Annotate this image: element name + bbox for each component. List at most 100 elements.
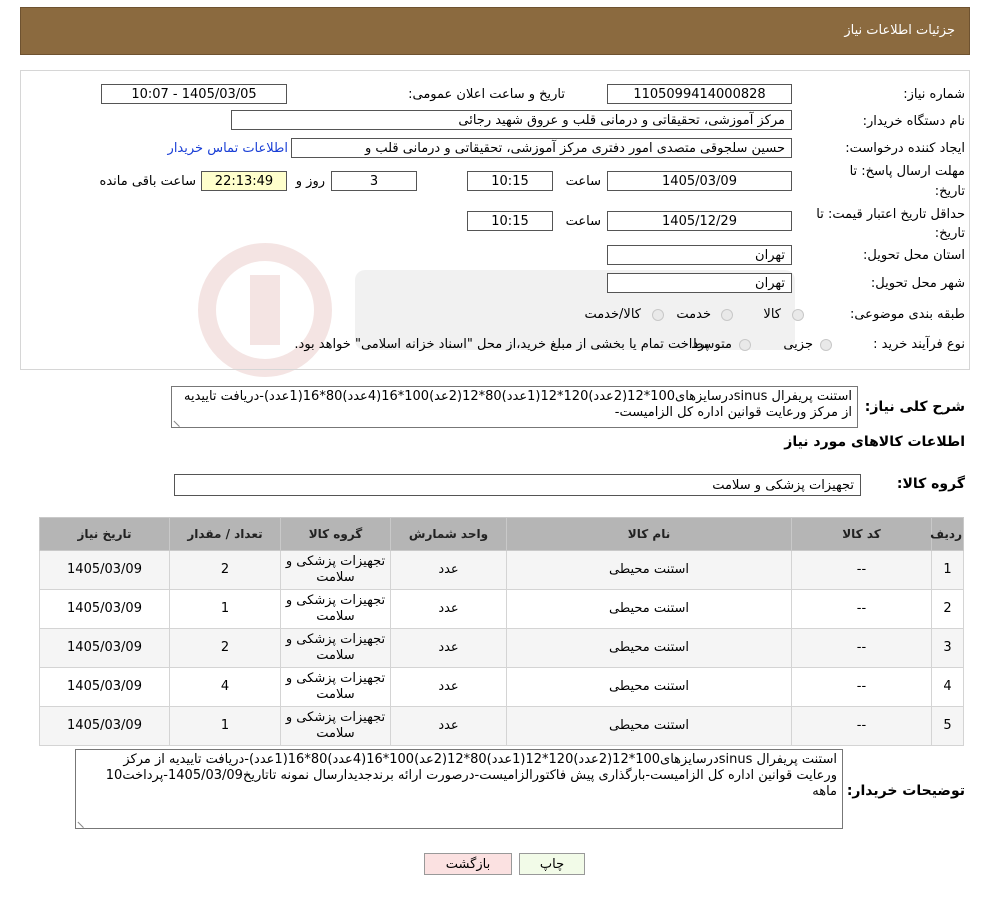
cell-group: تجهیزات پزشکی و سلامت: [280, 589, 391, 629]
validity-label: حداقل تاریخ اعتبار قیمت: تا: [816, 207, 965, 222]
city-field[interactable]: تهران: [607, 273, 792, 293]
cell-row-number: 1: [931, 550, 964, 590]
col-header-code: کد کالا: [791, 517, 932, 551]
category-radio-goods-service[interactable]: [652, 309, 664, 321]
summary-textarea[interactable]: استنت پریفرال sinusدرسایزهای100*12(2عدد)…: [171, 386, 858, 428]
deadline-time-field[interactable]: 10:15: [467, 171, 553, 191]
validity-label-date: تاریخ:: [934, 226, 965, 241]
table-row: 3 -- استنت محیطی عدد تجهیزات پزشکی و سلا…: [39, 628, 964, 668]
cell-quantity: 1: [169, 706, 281, 746]
cell-name: استنت محیطی: [506, 589, 792, 629]
deadline-time-label: ساعت: [565, 174, 601, 189]
table-row: 5 -- استنت محیطی عدد تجهیزات پزشکی و سلا…: [39, 706, 964, 746]
need-number-field[interactable]: 1105099414000828: [607, 84, 792, 104]
remaining-label: ساعت باقی مانده: [99, 174, 196, 189]
goods-section-title: اطلاعات کالاهای مورد نیاز: [784, 434, 965, 450]
validity-time-label: ساعت: [565, 214, 601, 229]
province-label: استان محل تحویل:: [863, 248, 965, 263]
cell-code: --: [791, 667, 932, 707]
col-header-name: نام کالا: [506, 517, 792, 551]
buyer-notes-text: استنت پریفرال sinusدرسایزهای100*12(2عدد)…: [105, 752, 837, 799]
cell-date: 1405/03/09: [39, 550, 170, 590]
requester-field[interactable]: حسین سلجوقی متصدی امور دفتری مرکز آموزشی…: [291, 138, 792, 158]
process-note: پرداخت تمام یا بخشی از مبلغ خرید،از محل …: [294, 337, 709, 352]
province-field[interactable]: تهران: [607, 245, 792, 265]
cell-quantity: 2: [169, 628, 281, 668]
cell-unit: عدد: [390, 706, 507, 746]
page-header: جزئیات اطلاعات نیاز: [20, 7, 970, 55]
buyer-notes-textarea[interactable]: استنت پریفرال sinusدرسایزهای100*12(2عدد)…: [75, 749, 843, 829]
goods-group-label: گروه کالا:: [896, 476, 965, 492]
process-radio-medium[interactable]: [739, 339, 751, 351]
cell-row-number: 2: [931, 589, 964, 629]
goods-group-field[interactable]: تجهیزات پزشکی و سلامت: [174, 474, 861, 496]
cell-date: 1405/03/09: [39, 667, 170, 707]
category-radio-service[interactable]: [721, 309, 733, 321]
cell-group: تجهیزات پزشکی و سلامت: [280, 667, 391, 707]
col-header-unit: واحد شمارش: [390, 517, 507, 551]
cell-unit: عدد: [390, 589, 507, 629]
remaining-time-field: 22:13:49: [201, 171, 287, 191]
summary-text: استنت پریفرال sinusدرسایزهای100*12(2عدد)…: [184, 389, 852, 420]
cell-quantity: 1: [169, 589, 281, 629]
buyer-org-field[interactable]: مرکز آموزشی، تحقیقاتی و درمانی قلب و عرو…: [231, 110, 792, 130]
process-radio-minor[interactable]: [820, 339, 832, 351]
resize-grip-icon[interactable]: [77, 815, 90, 828]
days-label: روز و: [295, 174, 325, 189]
cell-row-number: 3: [931, 628, 964, 668]
cell-date: 1405/03/09: [39, 706, 170, 746]
cell-unit: عدد: [390, 550, 507, 590]
col-header-row-number: ردیف: [930, 517, 964, 551]
cell-date: 1405/03/09: [39, 589, 170, 629]
cell-code: --: [791, 589, 932, 629]
cell-quantity: 4: [169, 667, 281, 707]
buyer-org-label: نام دستگاه خریدار:: [862, 114, 965, 129]
category-option-goods-service: کالا/خدمت: [584, 307, 641, 322]
cell-name: استنت محیطی: [506, 550, 792, 590]
cell-name: استنت محیطی: [506, 628, 792, 668]
deadline-date-field[interactable]: 1405/03/09: [607, 171, 792, 191]
need-number-label: شماره نیاز:: [903, 87, 965, 102]
cell-name: استنت محیطی: [506, 706, 792, 746]
days-field[interactable]: 3: [331, 171, 417, 191]
contact-info-link[interactable]: اطلاعات تماس خریدار: [168, 141, 288, 156]
page-title: جزئیات اطلاعات نیاز: [844, 23, 955, 38]
cell-group: تجهیزات پزشکی و سلامت: [280, 706, 391, 746]
deadline-label-date: تاریخ:: [934, 184, 965, 199]
col-header-quantity: تعداد / مقدار: [169, 517, 281, 551]
cell-unit: عدد: [390, 667, 507, 707]
cell-code: --: [791, 550, 932, 590]
validity-time-field[interactable]: 10:15: [467, 211, 553, 231]
cell-date: 1405/03/09: [39, 628, 170, 668]
announce-label: تاریخ و ساعت اعلان عمومی:: [408, 87, 565, 102]
items-table: ردیف کد کالا نام کالا واحد شمارش گروه کا…: [39, 517, 964, 746]
cell-row-number: 5: [931, 706, 964, 746]
requester-label: ایجاد کننده درخواست:: [845, 141, 965, 156]
col-header-date: تاریخ نیاز: [39, 517, 170, 551]
table-row: 1 -- استنت محیطی عدد تجهیزات پزشکی و سلا…: [39, 550, 964, 590]
cell-code: --: [791, 628, 932, 668]
cell-name: استنت محیطی: [506, 667, 792, 707]
cell-row-number: 4: [931, 667, 964, 707]
cell-code: --: [791, 706, 932, 746]
category-label: طبقه بندی موضوعی:: [849, 307, 965, 322]
print-button[interactable]: چاپ: [519, 853, 585, 875]
resize-grip-icon[interactable]: [173, 414, 186, 427]
category-radio-goods[interactable]: [792, 309, 804, 321]
deadline-label: مهلت ارسال پاسخ: تا: [849, 164, 965, 179]
col-header-group: گروه کالا: [280, 517, 391, 551]
cell-unit: عدد: [390, 628, 507, 668]
table-row: 2 -- استنت محیطی عدد تجهیزات پزشکی و سلا…: [39, 589, 964, 629]
cell-group: تجهیزات پزشکی و سلامت: [280, 550, 391, 590]
announce-field[interactable]: 1405/03/05 - 10:07: [101, 84, 287, 104]
buyer-notes-label: توضیحات خریدار:: [846, 783, 965, 799]
summary-label: شرح کلی نیاز:: [864, 399, 965, 415]
category-option-service: خدمت: [676, 307, 711, 322]
cell-group: تجهیزات پزشکی و سلامت: [280, 628, 391, 668]
process-option-minor: جزیی: [783, 337, 813, 352]
table-header-row: ردیف کد کالا نام کالا واحد شمارش گروه کا…: [39, 517, 964, 551]
validity-date-field[interactable]: 1405/12/29: [607, 211, 792, 231]
table-row: 4 -- استنت محیطی عدد تجهیزات پزشکی و سلا…: [39, 667, 964, 707]
city-label: شهر محل تحویل:: [870, 276, 965, 291]
back-button[interactable]: بازگشت: [424, 853, 512, 875]
